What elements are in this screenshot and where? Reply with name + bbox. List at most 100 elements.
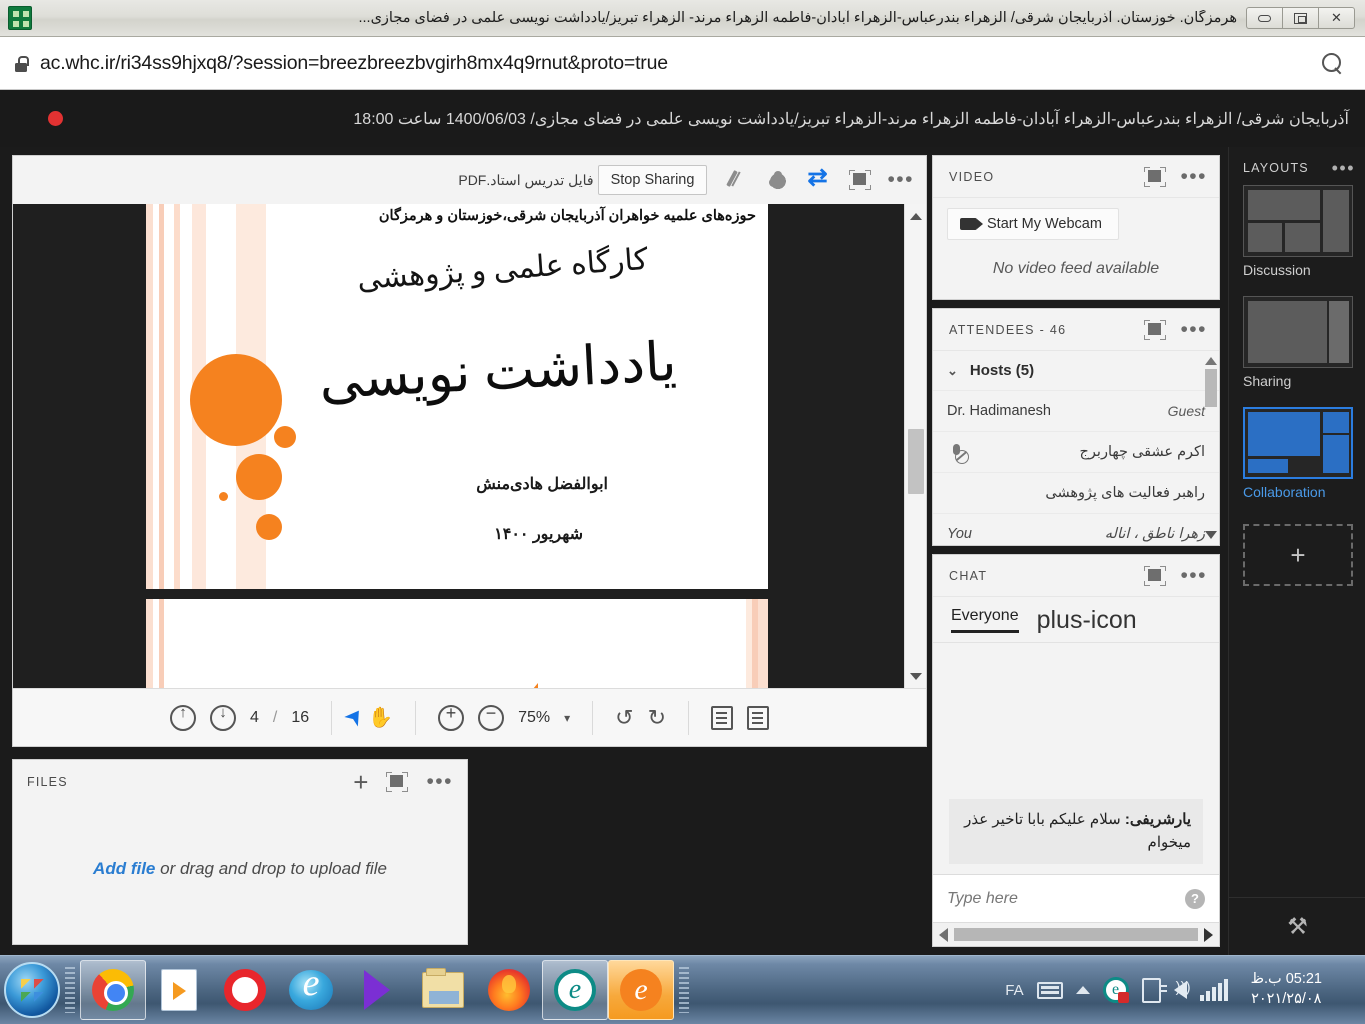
fit-width-icon[interactable] [711, 705, 733, 730]
more-options-icon[interactable]: ••• [887, 169, 914, 190]
taskbar-app-media[interactable] [344, 960, 410, 1020]
taskbar-grip[interactable] [65, 967, 75, 1013]
hand-icon[interactable]: ✋ [368, 705, 393, 730]
scroll-up-icon[interactable] [1205, 353, 1217, 365]
more-options-icon[interactable]: ••• [1180, 166, 1207, 187]
start-webcam-label: Start My Webcam [987, 216, 1102, 232]
layout-label-sharing: Sharing [1243, 373, 1292, 389]
video-pod-header: VIDEO ••• [933, 156, 1219, 198]
scrollbar-thumb[interactable] [954, 928, 1198, 941]
scroll-down-icon[interactable] [1205, 531, 1217, 543]
browser-url-bar[interactable]: ac.whc.ir/ri34ss9hjxq8/?session=breezbre… [0, 37, 1365, 90]
layout-item-discussion[interactable]: Discussion [1229, 185, 1365, 296]
layout-thumbnail-collaboration[interactable] [1243, 407, 1353, 479]
mic-muted-icon[interactable] [947, 442, 969, 464]
battery-icon[interactable] [1141, 977, 1167, 1003]
start-button[interactable] [4, 962, 60, 1018]
rotate-left-icon[interactable]: ↺ [615, 705, 633, 731]
fullscreen-icon[interactable] [386, 772, 409, 792]
scroll-right-icon[interactable] [1204, 927, 1213, 942]
language-indicator[interactable]: FA [1005, 982, 1023, 999]
layout-label-discussion: Discussion [1243, 262, 1311, 278]
attendee-row-1[interactable]: اکرم عشقی چهاربرج [933, 432, 1219, 473]
taskbar-app-opera[interactable] [212, 960, 278, 1020]
taskbar-app-firefox[interactable] [476, 960, 542, 1020]
taskbar-clock[interactable]: 05:21 ب.ظ ۲۰۲۱/۲۵/۰۸ [1241, 970, 1332, 1009]
add-file-link[interactable]: Add file [93, 859, 155, 878]
taskbar-app-file-explorer[interactable] [410, 960, 476, 1020]
sync-icon[interactable] [807, 163, 833, 192]
fullscreen-icon[interactable] [1144, 166, 1167, 187]
attendees-pod-title: ATTENDEES - 46 [949, 323, 1144, 337]
minimize-button[interactable] [1246, 7, 1283, 29]
taskbar-app-media-player[interactable] [146, 960, 212, 1020]
attendees-scrollbar[interactable] [1205, 353, 1217, 543]
chevron-up-icon[interactable] [1075, 986, 1090, 994]
volume-icon[interactable] [1173, 979, 1191, 999]
adobe-connect-tray-icon[interactable]: e [1102, 977, 1129, 1003]
lock-icon [14, 55, 29, 72]
zoom-in-button[interactable] [438, 703, 465, 731]
layout-thumbnail-discussion[interactable] [1243, 185, 1353, 257]
scroll-down-icon[interactable] [905, 666, 926, 686]
scroll-left-icon[interactable] [939, 927, 948, 942]
url-text[interactable]: ac.whc.ir/ri34ss9hjxq8/?session=breezbre… [40, 52, 1319, 75]
pointer-hand-icon[interactable] [765, 168, 792, 192]
fullscreen-icon[interactable] [1144, 565, 1167, 586]
more-options-icon[interactable]: ••• [1180, 319, 1207, 340]
attendees-label: ATTENDEES [949, 322, 1035, 337]
chevron-down-icon[interactable]: ⌄ [947, 363, 958, 379]
signal-icon[interactable] [1199, 979, 1228, 1001]
add-layout-button[interactable]: + [1243, 524, 1353, 586]
attendee-row-2[interactable]: راهبر فعالیت های پژوهشی [933, 473, 1219, 514]
page-indicator: 4 / 16 [250, 709, 309, 727]
attendees-list[interactable]: ⌄ Hosts (5) Dr. Hadimanesh Guest اکرم عش… [933, 351, 1219, 545]
more-options-icon[interactable]: ••• [426, 771, 453, 792]
chat-input[interactable] [947, 889, 1185, 908]
draw-pen-icon[interactable] [723, 168, 749, 192]
window-controls: ✕ [1246, 7, 1355, 29]
pdf-vertical-scrollbar[interactable] [904, 204, 926, 688]
hosts-group-header[interactable]: ⌄ Hosts (5) [933, 351, 1219, 391]
page-down-button[interactable] [210, 704, 236, 731]
more-options-icon[interactable]: ••• [1180, 565, 1207, 586]
keyboard-icon[interactable] [1036, 981, 1063, 999]
chat-horizontal-scrollbar[interactable] [933, 922, 1219, 946]
search-icon[interactable] [1319, 50, 1345, 76]
stop-sharing-button[interactable]: Stop Sharing [597, 165, 708, 195]
scroll-up-icon[interactable] [905, 206, 926, 226]
layout-item-sharing[interactable]: Sharing [1229, 296, 1365, 407]
taskbar-grip-2[interactable] [679, 967, 689, 1013]
attendee-row-3[interactable]: زهرا ناطق ، اناله You [933, 514, 1219, 545]
scrollbar-thumb[interactable] [1205, 369, 1217, 407]
close-button[interactable]: ✕ [1318, 7, 1355, 29]
zoom-out-button[interactable] [478, 703, 505, 731]
help-icon[interactable]: ? [1185, 888, 1205, 909]
fullscreen-icon[interactable] [849, 170, 872, 190]
tab-everyone[interactable]: Everyone [951, 607, 1019, 633]
adobe-connect-app-icon [8, 6, 32, 30]
chat-input-row: ? [933, 874, 1219, 922]
rotate-right-icon[interactable]: ↻ [648, 705, 666, 731]
fullscreen-icon[interactable] [1144, 319, 1167, 340]
taskbar-app-chrome[interactable] [80, 960, 146, 1020]
plus-icon[interactable]: plus-icon [1037, 607, 1137, 632]
restore-button[interactable] [1282, 7, 1319, 29]
scrollbar-thumb[interactable] [908, 429, 924, 494]
layout-thumbnail-sharing[interactable] [1243, 296, 1353, 368]
pdf-scroll-area[interactable]: حوزه‌های علمیه خواهران آذربایجان شرقی،خو… [13, 204, 904, 688]
layout-item-collaboration[interactable]: Collaboration [1229, 407, 1365, 518]
more-options-icon[interactable]: ••• [1332, 159, 1355, 177]
page-up-button[interactable] [170, 704, 196, 731]
tools-icon[interactable]: ⚒ [1287, 913, 1308, 940]
taskbar-app-adobe-connect-orange[interactable]: e [608, 960, 674, 1020]
start-my-webcam-button[interactable]: Start My Webcam [947, 208, 1119, 240]
fit-page-icon[interactable] [747, 705, 769, 730]
taskbar-app-adobe-connect-teal[interactable]: e [542, 960, 608, 1020]
attendee-role: Guest [1167, 403, 1205, 419]
chevron-down-icon[interactable]: ▾ [564, 711, 570, 725]
slide-circle-medium-1 [274, 426, 296, 448]
taskbar-app-internet-explorer[interactable] [278, 960, 344, 1020]
attendee-row-0[interactable]: Dr. Hadimanesh Guest [933, 391, 1219, 432]
plus-icon[interactable]: + [353, 769, 368, 795]
